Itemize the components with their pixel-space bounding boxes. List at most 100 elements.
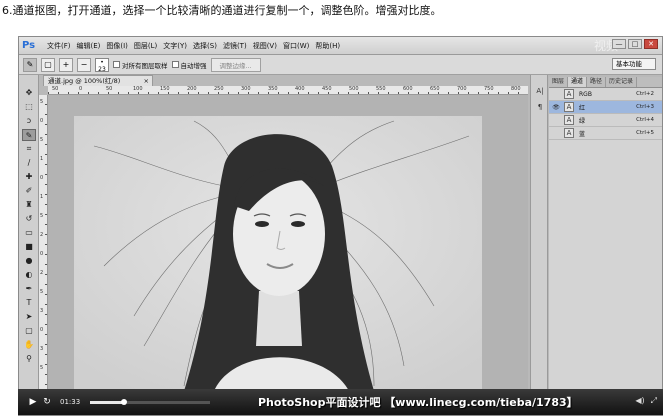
auto-enhance-option[interactable]: 自动增强 xyxy=(171,60,207,70)
ruler-tick: 0 xyxy=(40,327,44,333)
fullscreen-icon[interactable]: ⤢ xyxy=(651,396,657,406)
channel-shortcut: Ctrl+5 xyxy=(636,130,654,136)
add-selection-icon[interactable]: + xyxy=(59,57,73,72)
ruler-tick: 150 xyxy=(160,86,170,92)
visibility-toggle[interactable] xyxy=(551,116,561,125)
sample-all-layers-checkbox[interactable] xyxy=(113,61,120,68)
lasso-icon[interactable]: ↄ xyxy=(22,115,36,127)
marquee-icon[interactable]: ⬚ xyxy=(22,101,36,113)
workspace-select[interactable]: 基本功能 xyxy=(612,58,656,70)
toolbox: ✥ ⬚ ↄ ✎ ⌗ ∕ ✚ ✐ ♜ ↺ ▭ ■ ● ◐ ✒ T ➤ ▢ ✋ ⚲ xyxy=(19,75,39,415)
brush-icon[interactable]: ✐ xyxy=(22,185,36,197)
minimize-button[interactable]: — xyxy=(612,39,626,49)
tab-paths[interactable]: 路径 xyxy=(587,77,607,87)
video-player-bar: ▶ ↻ 01:33 PhotoShop平面设计吧 【www.linecg.com… xyxy=(18,389,663,415)
ruler-tick: 5 xyxy=(40,137,44,143)
ruler-tick: 1 xyxy=(40,156,44,162)
quick-select-tool-icon[interactable]: ✎ xyxy=(23,57,37,72)
ruler-tick: 2 xyxy=(40,270,44,276)
gradient-icon[interactable]: ■ xyxy=(22,241,36,253)
ruler-tick: 500 xyxy=(349,86,359,92)
volume-icon[interactable]: ◀) xyxy=(635,396,644,406)
ruler-tick: 3 xyxy=(40,308,44,314)
paragraph-panel-icon[interactable]: ¶ xyxy=(534,101,546,113)
progress-knob[interactable] xyxy=(120,398,127,405)
menu-view[interactable]: 视图(V) xyxy=(250,41,280,51)
blur-icon[interactable]: ● xyxy=(22,255,36,267)
ruler-tick: 750 xyxy=(484,86,494,92)
tab-channels[interactable]: 通道 xyxy=(568,77,588,87)
channel-row-rgb[interactable]: A RGB Ctrl+2 xyxy=(549,88,662,101)
tab-history[interactable]: 历史记录 xyxy=(606,77,638,87)
visibility-toggle[interactable] xyxy=(551,129,561,138)
brush-size-value: 23 xyxy=(98,65,106,73)
menu-window[interactable]: 窗口(W) xyxy=(280,41,312,51)
ruler-tick: 2 xyxy=(40,232,44,238)
tab-layers[interactable]: 图层 xyxy=(549,77,569,87)
visibility-toggle[interactable] xyxy=(551,90,561,99)
eyedropper-icon[interactable]: ∕ xyxy=(22,157,36,169)
menu-file[interactable]: 文件(F) xyxy=(44,41,74,51)
type-icon[interactable]: T xyxy=(22,297,36,309)
stamp-icon[interactable]: ♜ xyxy=(22,199,36,211)
eye-icon[interactable]: 👁 xyxy=(551,103,561,112)
portrait-image xyxy=(74,116,482,391)
menu-layer[interactable]: 图层(L) xyxy=(131,41,160,51)
ps-logo: Ps xyxy=(22,39,36,51)
document-title: 通道.jpg @ 100%(红/8) xyxy=(48,77,121,85)
move-icon[interactable]: ✥ xyxy=(22,87,36,99)
ruler-tick: 400 xyxy=(295,86,305,92)
ruler-tick: 250 xyxy=(214,86,224,92)
play-icon[interactable]: ▶ xyxy=(26,397,40,407)
maximize-button[interactable]: □ xyxy=(628,39,642,49)
panel-icon-strip: A| ¶ xyxy=(530,75,548,395)
canvas-area[interactable] xyxy=(48,95,528,391)
ruler-tick: 200 xyxy=(187,86,197,92)
ruler-tick: 50 xyxy=(106,86,113,92)
progress-bar[interactable] xyxy=(90,398,211,405)
ruler-tick: 100 xyxy=(133,86,143,92)
crop-icon[interactable]: ⌗ xyxy=(22,143,36,155)
channel-name: 蓝 xyxy=(579,130,586,138)
replay-icon[interactable]: ↻ xyxy=(40,397,54,407)
character-panel-icon[interactable]: A| xyxy=(534,85,546,97)
subtract-selection-icon[interactable]: − xyxy=(77,57,91,72)
shape-icon[interactable]: ▢ xyxy=(22,325,36,337)
pen-icon[interactable]: ✒ xyxy=(22,283,36,295)
channel-row-green[interactable]: A 绿 Ctrl+4 xyxy=(549,114,662,127)
progress-fill xyxy=(90,400,124,404)
path-select-icon[interactable]: ➤ xyxy=(22,311,36,323)
history-brush-icon[interactable]: ↺ xyxy=(22,213,36,225)
document-close-icon[interactable]: × xyxy=(144,76,149,86)
menu-select[interactable]: 选择(S) xyxy=(190,41,220,51)
zoom-icon[interactable]: ⚲ xyxy=(22,353,36,365)
vertical-ruler: 505101520253035 xyxy=(39,95,48,395)
dodge-icon[interactable]: ◐ xyxy=(22,269,36,281)
menu-type[interactable]: 文字(Y) xyxy=(160,41,190,51)
channel-thumbnail: A xyxy=(564,115,574,125)
healing-icon[interactable]: ✚ xyxy=(22,171,36,183)
refine-edge-button[interactable]: 调整边缘... xyxy=(210,57,261,72)
photo-canvas[interactable] xyxy=(74,116,482,391)
ruler-tick: 450 xyxy=(322,86,332,92)
new-selection-icon[interactable]: ▢ xyxy=(41,57,55,72)
hand-icon[interactable]: ✋ xyxy=(22,339,36,351)
document-tab[interactable]: 通道.jpg @ 100%(红/8) × xyxy=(43,75,153,86)
channel-row-blue[interactable]: A 蓝 Ctrl+5 xyxy=(549,127,662,140)
auto-enhance-checkbox[interactable] xyxy=(171,61,179,68)
menu-image[interactable]: 图像(I) xyxy=(103,41,131,51)
menu-edit[interactable]: 编辑(E) xyxy=(74,41,104,51)
channel-shortcut: Ctrl+3 xyxy=(636,104,654,110)
close-button[interactable]: ✕ xyxy=(644,39,658,49)
eraser-icon[interactable]: ▭ xyxy=(22,227,36,239)
quick-select-icon[interactable]: ✎ xyxy=(22,129,36,141)
menu-help[interactable]: 帮助(H) xyxy=(312,41,343,51)
auto-enhance-label: 自动增强 xyxy=(180,61,207,70)
sample-all-layers-option[interactable]: 对所有图层取样 xyxy=(113,60,168,70)
ruler-tick: 700 xyxy=(457,86,467,92)
ruler-tick: 0 xyxy=(40,251,44,257)
menu-filter[interactable]: 滤镜(T) xyxy=(220,41,250,51)
sample-all-layers-label: 对所有图层取样 xyxy=(122,61,168,70)
channel-row-red[interactable]: 👁 A 红 Ctrl+3 xyxy=(549,101,662,114)
brush-size-picker[interactable]: • 23 xyxy=(95,57,109,73)
